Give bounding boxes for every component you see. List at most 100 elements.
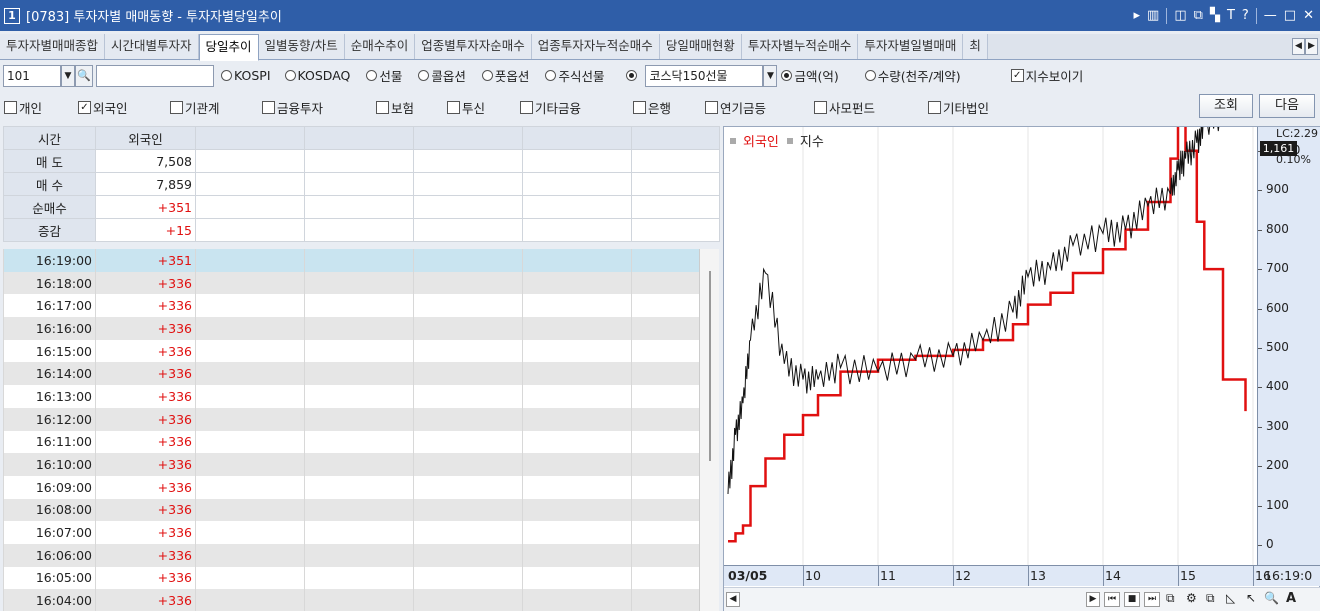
table-row[interactable]: 16:17:00 +336 <box>3 294 700 318</box>
table-row[interactable]: 16:06:00 +336 <box>3 543 700 567</box>
product-dropdown-icon[interactable]: ▼ <box>763 64 778 87</box>
radio-amount[interactable]: 금액(억) <box>781 66 839 85</box>
forward-icon[interactable]: ⏭ <box>1144 592 1160 607</box>
radio-quantity[interactable]: 수량(천주/계약) <box>864 66 961 85</box>
stop-icon[interactable]: ■ <box>1124 592 1140 607</box>
radio-product[interactable] <box>626 70 638 81</box>
font-icon[interactable]: T <box>1227 8 1235 23</box>
copy-icon[interactable]: ⧉ <box>1166 591 1175 606</box>
close-icon[interactable]: ✕ <box>1303 8 1314 23</box>
tab-prev-icon[interactable]: ◀ <box>1292 38 1305 55</box>
radio-put-option[interactable]: 풋옵션 <box>481 66 529 85</box>
summary-value: 7,859 <box>95 172 196 196</box>
checkbox-icon <box>814 101 827 114</box>
checkbox-bank[interactable]: 은행 <box>633 98 671 117</box>
help-icon[interactable]: ? <box>1242 8 1249 23</box>
checkbox-pension[interactable]: 연기금등 <box>705 98 766 117</box>
text-tool-icon[interactable]: A <box>1286 591 1296 606</box>
legend-marker-icon <box>786 137 793 144</box>
table-row[interactable]: 16:15:00 +336 <box>3 339 700 363</box>
tab-net-buy-trend[interactable]: 순매수추이 <box>344 34 416 59</box>
y-tick <box>1258 229 1262 231</box>
column-header-time: 시간 <box>3 126 96 150</box>
tab-more[interactable]: 최 <box>963 34 988 59</box>
tab-investor-daily[interactable]: 투자자별일별매매 <box>858 34 964 59</box>
scroll-left-icon[interactable]: ◀ <box>726 592 740 607</box>
table-row[interactable]: 16:10:00 +336 <box>3 453 700 476</box>
table-row[interactable]: 16:14:00 +336 <box>3 362 700 386</box>
tab-daily-trend[interactable]: 당일추이 <box>198 34 259 61</box>
maximize-icon[interactable]: □ <box>1284 8 1296 23</box>
legend-marker-icon <box>730 137 736 144</box>
table-row[interactable]: 16:07:00 +336 <box>3 521 700 544</box>
checkmark-icon: ✓ <box>78 101 91 114</box>
y-tick-label: 900 <box>1266 182 1289 197</box>
checkbox-other-corp[interactable]: 기타법인 <box>928 98 989 117</box>
table-row[interactable]: 16:09:00 +336 <box>3 475 700 499</box>
zoom-icon[interactable]: 🔍 <box>1264 591 1279 605</box>
radio-futures[interactable]: 선물 <box>366 66 402 85</box>
chart-type-icon[interactable]: ◺ <box>1226 591 1235 605</box>
tab-bar: 투자자별매매종합 시간대별투자자 당일추이 일별동향/차트 순매수추이 업종별투… <box>0 34 1320 61</box>
table-row[interactable]: 16:13:00 +336 <box>3 385 700 408</box>
table-row[interactable]: 16:04:00 +336 <box>3 589 700 611</box>
tab-investor-cumulative[interactable]: 투자자별누적순매수 <box>741 34 859 59</box>
legend-foreign: 외국인 <box>743 135 779 150</box>
vertical-scrollbar[interactable] <box>699 249 719 611</box>
show-index-checkbox[interactable]: ✓ 지수보이기 <box>1010 66 1083 85</box>
code-input[interactable]: 101 <box>3 64 61 87</box>
table-row[interactable]: 16:18:00 +336 <box>3 271 700 295</box>
table-row[interactable]: 16:19:00 +351 <box>3 249 700 272</box>
y-tick-label: 300 <box>1266 418 1289 433</box>
tab-sector-cumulative[interactable]: 업종투자자누적순매수 <box>531 34 660 59</box>
checkbox-individual[interactable]: 개인 <box>4 98 42 117</box>
table-row[interactable]: 16:16:00 +336 <box>3 317 700 340</box>
query-button[interactable]: 조회 <box>1199 94 1253 118</box>
minimize-icon[interactable]: — <box>1264 8 1277 23</box>
row-time: 16:14:00 <box>3 362 96 386</box>
code-name-field[interactable] <box>96 64 214 87</box>
tab-sector-net-buy[interactable]: 업종별투자자순매수 <box>415 34 532 59</box>
checkbox-financial-investment[interactable]: 금융투자 <box>262 98 323 117</box>
link-window-icon[interactable]: ⧉ <box>1194 8 1203 23</box>
summary-row: 매 도 7,508 <box>3 149 720 173</box>
checkbox-foreign[interactable]: ✓ 외국인 <box>78 98 128 117</box>
tab-investor-summary[interactable]: 투자자별매매종합 <box>0 34 106 59</box>
table-row[interactable]: 16:12:00 +336 <box>3 407 700 431</box>
tab-next-icon[interactable]: ▶ <box>1305 38 1318 55</box>
arrow-icon[interactable]: ▸ <box>1134 8 1141 23</box>
table-row[interactable]: 16:05:00 +336 <box>3 566 700 590</box>
window-layout-icon[interactable]: ◫ <box>1174 8 1186 23</box>
cursor-icon[interactable]: ↖ <box>1246 591 1256 605</box>
checkbox-institution[interactable]: 기관계 <box>170 98 220 117</box>
window-icon[interactable]: ⧉ <box>1206 591 1215 606</box>
product-select[interactable]: 코스닥150선물 <box>645 64 764 87</box>
checkbox-insurance[interactable]: 보험 <box>376 98 414 117</box>
next-button[interactable]: 다음 <box>1259 94 1315 118</box>
settings-icon[interactable]: ⚙ <box>1186 591 1197 605</box>
search-icon[interactable]: 🔍 <box>75 64 93 87</box>
tab-daily-trading[interactable]: 당일매매현황 <box>659 34 742 59</box>
filter-row: 101 ▼ 🔍 KOSPI KOSDAQ 선물 콜옵션 풋옵션 주식선물 코스닥… <box>0 63 1320 88</box>
play-icon[interactable]: ▶ <box>1086 592 1100 607</box>
radio-stock-futures[interactable]: 주식선물 <box>545 66 604 85</box>
table-row[interactable]: 16:11:00 +336 <box>3 430 700 454</box>
screen-icon[interactable]: ▥ <box>1147 8 1159 23</box>
tab-time-investor[interactable]: 시간대별투자자 <box>105 34 199 59</box>
pin-icon[interactable]: ▚ <box>1210 8 1220 23</box>
table-row[interactable]: 16:08:00 +336 <box>3 498 700 522</box>
x-tick <box>953 566 954 586</box>
title-bar: 1 [0783] 투자자별 매매동향 - 투자자별당일추이 ▸ ▥ ◫ ⧉ ▚ … <box>0 0 1320 31</box>
radio-icon <box>481 70 493 81</box>
checkbox-other-finance[interactable]: 기타금융 <box>520 98 581 117</box>
code-dropdown-icon[interactable]: ▼ <box>61 64 75 87</box>
scrollbar-thumb[interactable] <box>709 271 711 461</box>
radio-kospi[interactable]: KOSPI <box>221 68 271 83</box>
checkbox-private-fund[interactable]: 사모펀드 <box>814 98 875 117</box>
tab-daily-chart[interactable]: 일별동향/차트 <box>258 34 345 59</box>
rewind-icon[interactable]: ⏮ <box>1104 592 1120 607</box>
radio-call-option[interactable]: 콜옵션 <box>418 66 466 85</box>
checkbox-investment-trust[interactable]: 투신 <box>447 98 485 117</box>
radio-kosdaq[interactable]: KOSDAQ <box>284 68 350 83</box>
row-time: 16:05:00 <box>3 566 96 590</box>
